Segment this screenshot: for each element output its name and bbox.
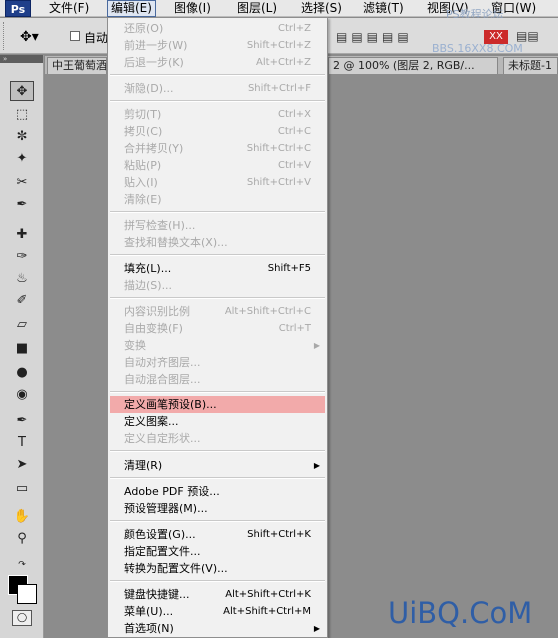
menu-item-stroke[interactable]: 描边(S)... [110,277,325,294]
menu-item-define-pattern[interactable]: 定义图案... [110,413,325,430]
menu-file[interactable]: 文件(F) [46,0,92,17]
menu-item-auto-blend-layers[interactable]: 自动混合图层... [110,371,325,388]
menu-item-menus[interactable]: 菜单(U)... Alt+Shift+Ctrl+M [110,603,325,620]
auto-select-label: 自动 [84,31,109,45]
background-color-swatch[interactable] [17,584,37,604]
menu-item-undo[interactable]: 还原(O) Ctrl+Z [110,20,325,37]
menu-item-spell-check[interactable]: 拼写检查(H)... [110,217,325,234]
menu-item-cut[interactable]: 剪切(T) Ctrl+X [110,106,325,123]
menu-item-define-custom-shape[interactable]: 定义自定形状... [110,430,325,447]
eraser-icon[interactable]: ▱ [10,315,34,335]
menu-filter[interactable]: 滤镜(T) [360,0,407,17]
lasso-tool-icon[interactable]: ✼ [10,127,34,147]
menu-item-auto-align-layers[interactable]: 自动对齐图层... [110,354,325,371]
move-tool-preset-icon[interactable]: ✥▾ [20,29,39,45]
menu-separator [110,254,325,256]
blur-tool-icon[interactable]: ● [10,363,34,383]
bbs-watermark: BBS.16XX8.COM [432,42,523,55]
menu-item-color-settings[interactable]: 颜色设置(G)... Shift+Ctrl+K [110,526,325,543]
tools-panel-header[interactable]: » [0,55,43,63]
auto-select-checkbox[interactable] [70,31,80,41]
clone-stamp-icon[interactable]: ♨ [10,269,34,289]
path-selection-icon[interactable]: ➤ [10,455,34,475]
menu-edit[interactable]: 编辑(E) [107,0,156,17]
menu-separator [110,74,325,76]
marquee-tool-icon[interactable]: ⬚ [10,105,34,125]
swap-colors-icon[interactable]: ↷ [10,555,34,575]
menu-item-fill[interactable]: 填充(L)... Shift+F5 [110,260,325,277]
menu-item-paste-into[interactable]: 贴入(I) Shift+Ctrl+V [110,174,325,191]
photoshop-logo[interactable]: Ps [5,0,31,17]
site-logo: UiBQ.CoM [388,596,533,630]
menu-separator [110,477,325,479]
menu-item-define-brush-preset[interactable]: 定义画笔预设(B)... [110,396,325,413]
menu-item-copy-merged[interactable]: 合并拷贝(Y) Shift+Ctrl+C [110,140,325,157]
menu-separator [110,100,325,102]
eyedropper-icon[interactable]: ✒ [10,195,34,215]
menu-item-preset-manager[interactable]: 预设管理器(M)... [110,500,325,517]
submenu-arrow-icon: ▶ [313,461,320,470]
menubar: Ps 文件(F) 编辑(E) 图像(I) 图层(L) 选择(S) 滤镜(T) 视… [0,0,558,21]
tab-document-2[interactable]: 2 @ 100% (图层 2, RGB/... [328,57,498,74]
distribute-buttons-icon[interactable]: ▤▤ [516,29,539,43]
pen-tool-icon[interactable]: ✒ [10,411,34,431]
move-tool-icon[interactable]: ✥ [10,81,34,101]
menu-item-step-backward[interactable]: 后退一步(K) Alt+Ctrl+Z [110,54,325,71]
hand-tool-icon[interactable]: ✋ [10,507,34,527]
menu-item-assign-profile[interactable]: 指定配置文件... [110,543,325,560]
menu-item-convert-to-profile[interactable]: 转换为配置文件(V)... [110,560,325,577]
brush-tool-icon[interactable]: ✑ [10,247,34,267]
menu-item-preferences[interactable]: 首选项(N) ▶ [110,620,325,637]
magic-wand-icon[interactable]: ✦ [10,149,34,169]
menu-item-adobe-pdf-presets[interactable]: Adobe PDF 预设... [110,483,325,500]
menu-separator [110,520,325,522]
edit-menu-dropdown: 还原(O) Ctrl+Z 前进一步(W) Shift+Ctrl+Z 后退一步(K… [107,17,328,638]
menu-separator [110,391,325,393]
menu-separator [110,580,325,582]
menu-item-copy[interactable]: 拷贝(C) Ctrl+C [110,123,325,140]
menu-separator [110,297,325,299]
submenu-arrow-icon: ▶ [313,624,320,633]
align-buttons-icon[interactable]: ▤▤▤▤▤ [336,30,413,44]
menu-separator [110,211,325,213]
menu-select[interactable]: 选择(S) [298,0,345,17]
dodge-tool-icon[interactable]: ◉ [10,385,34,405]
menu-item-step-forward[interactable]: 前进一步(W) Shift+Ctrl+Z [110,37,325,54]
submenu-arrow-icon: ▶ [313,341,320,350]
gradient-tool-icon[interactable]: ■ [10,339,34,359]
menu-layer[interactable]: 图层(L) [234,0,280,17]
menu-item-free-transform[interactable]: 自由变换(F) Ctrl+T [110,320,325,337]
menu-item-transform[interactable]: 变换 ▶ [110,337,325,354]
xx-badge: XX [484,30,508,44]
menu-item-clear[interactable]: 清除(E) [110,191,325,208]
healing-brush-icon[interactable]: ✚ [10,225,34,245]
options-grip[interactable] [3,22,7,50]
menu-item-fade[interactable]: 渐隐(D)... Shift+Ctrl+F [110,80,325,97]
type-tool-icon[interactable]: T [10,433,34,453]
shape-tool-icon[interactable]: ▭ [10,479,34,499]
menu-item-find-replace[interactable]: 查找和替换文本(X)... [110,234,325,251]
history-brush-icon[interactable]: ✐ [10,291,34,311]
menu-item-keyboard-shortcuts[interactable]: 键盘快捷键... Alt+Shift+Ctrl+K [110,586,325,603]
quick-mask-icon[interactable]: ◯ [12,610,32,626]
tab-document-1[interactable]: 中王葡萄酒 [47,57,107,74]
tools-panel: » ✥ ⬚ ✼ ✦ ✂ ✒ ✚ ✑ ♨ ✐ ▱ ■ ● ◉ ✒ T ➤ ▭ ✋ … [0,55,44,638]
tab-document-3[interactable]: 未标题-1 [503,57,558,74]
menu-separator [110,450,325,452]
menu-item-paste[interactable]: 粘贴(P) Ctrl+V [110,157,325,174]
menu-item-purge[interactable]: 清理(R) ▶ [110,457,325,474]
menu-item-content-aware-scale[interactable]: 内容识别比例 Alt+Shift+Ctrl+C [110,303,325,320]
crop-tool-icon[interactable]: ✂ [10,173,34,193]
menu-image[interactable]: 图像(I) [171,0,214,17]
zoom-tool-icon[interactable]: ⚲ [10,529,34,549]
